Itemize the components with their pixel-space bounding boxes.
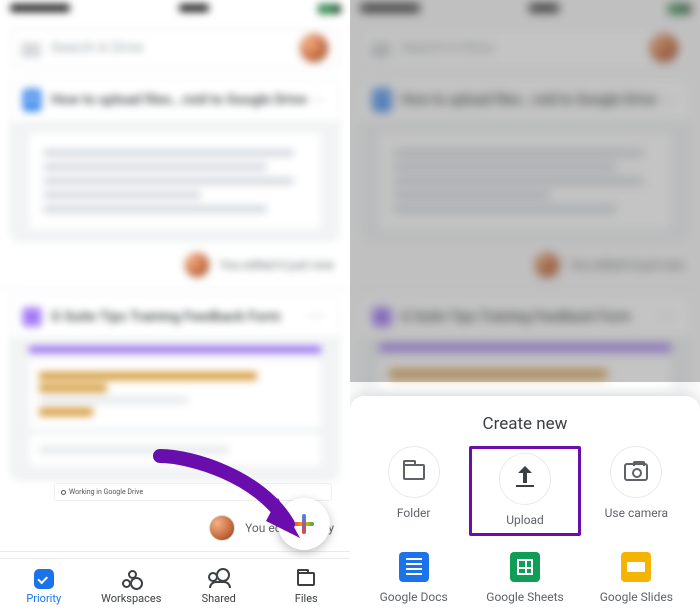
folder-icon: [403, 464, 425, 480]
avatar-icon: [184, 252, 210, 278]
google-docs-icon: [399, 552, 429, 582]
edited-row-1: You edited it just now: [0, 242, 350, 288]
forms-icon: [23, 308, 41, 326]
plus-icon: [293, 513, 315, 535]
status-bar: [350, 0, 700, 14]
search-placeholder: Search in Drive: [51, 40, 144, 56]
more-icon[interactable]: ⋯: [307, 90, 327, 111]
camera-icon: [624, 463, 648, 481]
more-icon[interactable]: ⋯: [307, 306, 327, 327]
avatar-icon: [209, 515, 235, 541]
fab-new[interactable]: [278, 498, 330, 550]
tab-files[interactable]: Files: [263, 559, 351, 614]
upload-icon: [516, 485, 534, 487]
bottom-tabs: Priority Workspaces Shared Files: [0, 558, 350, 614]
phone-right: Search in Drive How to upload files...ro…: [350, 0, 700, 614]
blurred-content: Search in Drive How to upload files...ro…: [0, 0, 350, 481]
option-folder[interactable]: Folder: [358, 446, 469, 536]
option-google-docs[interactable]: Google Docs: [358, 552, 469, 604]
blurred-content: Search in Drive How to upload files...ro…: [350, 0, 700, 399]
option-google-slides[interactable]: Google Slides: [581, 552, 692, 604]
suggestion-card-1[interactable]: How to upload files...roid to Google Dri…: [10, 78, 340, 242]
docs-icon: [23, 89, 41, 111]
tab-workspaces[interactable]: Workspaces: [88, 559, 176, 614]
menu-icon[interactable]: [21, 41, 41, 55]
create-new-sheet: Create new Folder Upload Use camera Goog…: [350, 396, 700, 614]
tab-shared[interactable]: Shared: [175, 559, 263, 614]
option-google-sheets[interactable]: Google Sheets: [469, 552, 580, 604]
sheet-title: Create new: [358, 414, 692, 434]
google-slides-icon: [621, 552, 651, 582]
phone-left: Search in Drive How to upload files...ro…: [0, 0, 350, 614]
suggestion-card-2[interactable]: G Suite Tips Training Feedback Form ⋯: [10, 295, 340, 481]
working-note: Working in Google Drive: [69, 488, 143, 496]
option-use-camera[interactable]: Use camera: [581, 446, 692, 536]
search-bar[interactable]: Search in Drive: [10, 28, 340, 68]
google-sheets-icon: [510, 552, 540, 582]
tab-priority[interactable]: Priority: [0, 559, 88, 614]
account-avatar[interactable]: [299, 33, 329, 63]
search-bar: Search in Drive: [360, 28, 690, 68]
option-upload[interactable]: Upload: [469, 446, 580, 536]
status-bar: [0, 0, 350, 14]
